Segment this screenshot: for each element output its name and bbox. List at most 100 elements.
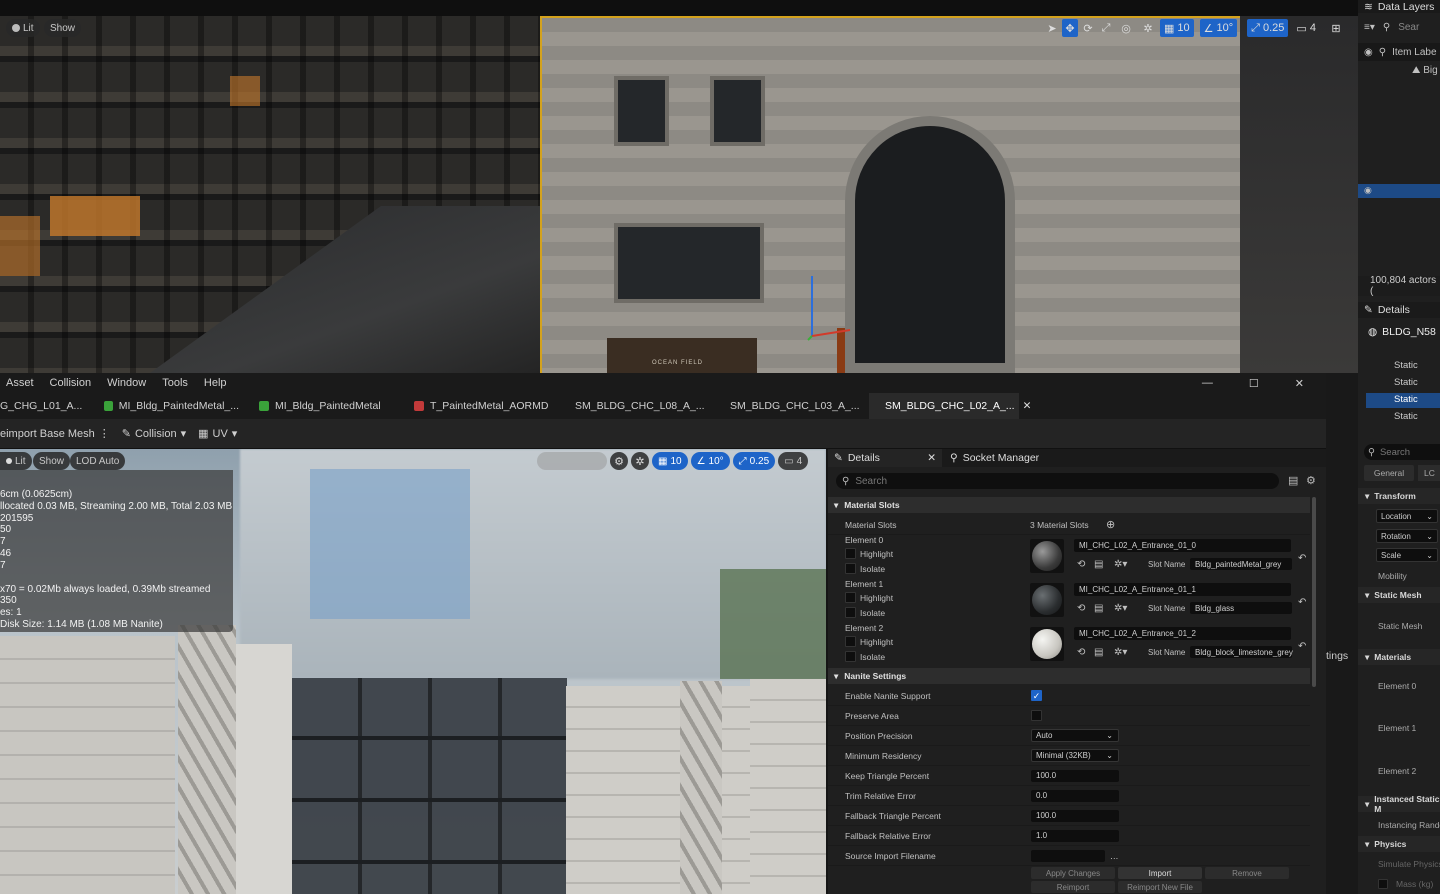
close-icon[interactable]: ✕ xyxy=(927,452,942,464)
details-search[interactable]: ⚲ Search xyxy=(836,473,1279,489)
more-icon[interactable]: … xyxy=(1110,851,1119,861)
layout-icon[interactable]: ⊞ xyxy=(1326,19,1346,37)
angle-snap[interactable]: ∠ 10° xyxy=(1199,19,1238,37)
use-selected-icon[interactable]: ⟲ xyxy=(1077,559,1085,570)
uv-dropdown[interactable]: ▦ UV ▾ xyxy=(198,427,237,441)
enable-nanite-checkbox[interactable]: ✓ xyxy=(1031,690,1042,701)
reimport-new-file-button[interactable]: Reimport New File xyxy=(1118,881,1202,893)
show-chip[interactable]: Show xyxy=(33,452,71,470)
component-item[interactable]: Static xyxy=(1394,394,1418,405)
remove-button[interactable]: Remove xyxy=(1205,867,1289,879)
slot-name-field[interactable]: Bldg_block_limestone_grey xyxy=(1190,646,1293,658)
highlight-checkbox[interactable] xyxy=(845,636,856,647)
section-physics[interactable]: ▾ Physics xyxy=(1358,836,1440,852)
add-slot-icon[interactable]: ⊕ xyxy=(1106,518,1115,531)
material-picker[interactable]: MI_CHC_L02_A_Entrance_01_2 xyxy=(1074,627,1291,640)
trim-error-field[interactable]: 0.0 xyxy=(1031,789,1119,802)
browse-icon[interactable]: ▤ xyxy=(1094,647,1103,658)
tab-close-icon[interactable]: ✕ xyxy=(1023,400,1032,412)
import-button[interactable]: Import xyxy=(1118,867,1202,879)
angle-snap[interactable]: ∠ 10° xyxy=(690,452,730,470)
level-viewport[interactable]: OCEAN FIELD Lit Show ➤ ✥ ⟳ ⤢ ◎ ✲ ▦ 10 ∠ 10… xyxy=(0,16,1358,373)
section-instanced[interactable]: ▾ Instanced Static M xyxy=(1358,794,1440,814)
table-view-icon[interactable]: ▤ xyxy=(1288,474,1298,487)
browse-icon[interactable]: ▤ xyxy=(1094,603,1103,614)
menu-asset[interactable]: Asset xyxy=(0,377,44,389)
material-options-icon[interactable]: ✲▾ xyxy=(1114,647,1127,658)
material-options-icon[interactable]: ✲▾ xyxy=(1114,603,1127,614)
slot-name-field[interactable]: Bldg_paintedMetal_grey xyxy=(1190,558,1292,570)
scale-dropdown[interactable]: Scale ⌄ xyxy=(1376,548,1438,562)
lod-chip[interactable]: LOD Auto xyxy=(70,452,126,470)
tab-socket-manager[interactable]: ⚲ Socket Manager xyxy=(942,452,1039,464)
material-thumbnail[interactable] xyxy=(1030,583,1064,617)
category-general[interactable]: General xyxy=(1364,465,1414,481)
translate-icon[interactable]: ✥ xyxy=(1062,19,1078,37)
rotation-dropdown[interactable]: Rotation ⌄ xyxy=(1376,529,1438,543)
section-material-slots[interactable]: ▾ Material Slots xyxy=(828,497,1310,513)
material-thumbnail[interactable] xyxy=(1030,539,1064,573)
reimport-button[interactable]: eimport Base Mesh xyxy=(0,428,95,440)
grid-snap[interactable]: ▦ 10 xyxy=(1160,19,1194,37)
tab-sm-l03[interactable]: SM_BLDG_CHC_L03_A_... xyxy=(714,393,869,419)
material-options-icon[interactable]: ✲▾ xyxy=(1114,559,1127,570)
highlight-checkbox[interactable] xyxy=(845,548,856,559)
filter-icon[interactable]: ≡▾ xyxy=(1364,22,1375,33)
reimport-button[interactable]: Reimport xyxy=(1031,881,1115,893)
scale-snap[interactable]: ⤢ 0.25 xyxy=(1247,19,1289,37)
transform-gizmo[interactable] xyxy=(800,266,860,346)
camera-speed[interactable]: ▭ 4 xyxy=(1292,19,1320,37)
location-dropdown[interactable]: Location ⌄ xyxy=(1376,509,1438,523)
use-selected-icon[interactable]: ⟲ xyxy=(1077,647,1085,658)
maximize-icon[interactable]: ☐ xyxy=(1243,377,1269,390)
fallback-error-field[interactable]: 1.0 xyxy=(1031,829,1119,842)
component-item[interactable]: Static xyxy=(1394,360,1418,371)
close-icon[interactable]: ✕ xyxy=(1289,377,1314,390)
collision-dropdown[interactable]: ✎ Collision ▾ xyxy=(122,427,186,441)
tab-texture-aormd[interactable]: T_PaintedMetal_AORMD xyxy=(404,393,559,419)
grid-snap[interactable]: ▦ 10 xyxy=(652,452,688,470)
use-selected-icon[interactable]: ⟲ xyxy=(1077,603,1085,614)
rotate-icon[interactable]: ⟳ xyxy=(1080,19,1096,37)
mass-override-checkbox[interactable] xyxy=(1378,879,1388,889)
tab-mi-paintedmetal[interactable]: MI_Bldg_PaintedMetal xyxy=(249,393,404,419)
select-icon[interactable]: ➤ xyxy=(1044,19,1060,37)
section-nanite-settings[interactable]: ▾ Nanite Settings xyxy=(828,668,1310,684)
category-lc[interactable]: LC xyxy=(1418,465,1440,481)
menu-tools[interactable]: Tools xyxy=(156,377,198,389)
tab-mi-paintedmetal-inst[interactable]: MI_Bldg_PaintedMetal_... xyxy=(94,393,249,419)
reset-icon[interactable]: ↶ xyxy=(1298,553,1306,564)
outliner-tree-item[interactable]: ⛰ Big xyxy=(1412,65,1438,76)
details-search[interactable]: ⚲ Search xyxy=(1364,444,1440,460)
snap-icon[interactable]: ⚙ xyxy=(610,452,628,470)
material-thumbnail[interactable] xyxy=(1030,627,1064,661)
highlight-checkbox[interactable] xyxy=(845,592,856,603)
details-scrollbar[interactable] xyxy=(1312,497,1316,687)
source-filename-field[interactable] xyxy=(1031,849,1105,862)
world-icon[interactable]: ◎ xyxy=(1116,19,1136,37)
isolate-checkbox[interactable] xyxy=(845,563,856,574)
menu-window[interactable]: Window xyxy=(101,377,156,389)
transform-tools-group[interactable] xyxy=(537,452,607,470)
tab-data-layers[interactable]: ≋ Data Layers xyxy=(1358,0,1440,13)
outliner-search[interactable]: Sear xyxy=(1398,22,1419,33)
position-precision-dropdown[interactable]: Auto ⌄ xyxy=(1031,729,1119,742)
tab-details[interactable]: ✎ Details xyxy=(1358,302,1440,318)
section-static-mesh[interactable]: ▾ Static Mesh xyxy=(1358,587,1440,603)
material-picker[interactable]: MI_CHC_L02_A_Entrance_01_1 xyxy=(1074,583,1291,596)
preserve-area-checkbox[interactable] xyxy=(1031,710,1042,721)
item-label-header[interactable]: Item Labe xyxy=(1392,47,1436,58)
reset-icon[interactable]: ↶ xyxy=(1298,597,1306,608)
fallback-percent-field[interactable]: 100.0 xyxy=(1031,809,1119,822)
material-picker[interactable]: MI_CHC_L02_A_Entrance_01_0 xyxy=(1074,539,1291,552)
tab-sm-l02[interactable]: SM_BLDG_CHC_L02_A_... ✕ xyxy=(869,393,1031,419)
scale-icon[interactable]: ⤢ xyxy=(1098,19,1114,37)
settings-icon[interactable]: ⚙ xyxy=(1306,474,1316,487)
component-item[interactable]: Static xyxy=(1394,377,1418,388)
scale-snap[interactable]: ⤢ 0.25 xyxy=(732,452,776,470)
apply-changes-button[interactable]: Apply Changes xyxy=(1031,867,1115,879)
section-materials[interactable]: ▾ Materials xyxy=(1358,649,1440,665)
isolate-checkbox[interactable] xyxy=(845,651,856,662)
component-item[interactable]: Static xyxy=(1394,411,1418,422)
minimize-icon[interactable]: — xyxy=(1196,377,1223,390)
